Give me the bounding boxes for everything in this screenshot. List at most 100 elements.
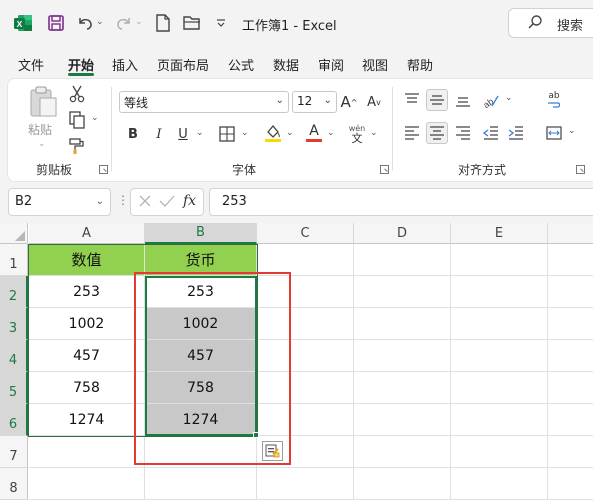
undo-icon[interactable] [74, 12, 96, 34]
cell-a1[interactable]: 数值 [29, 244, 145, 276]
wrap-text-button[interactable]: ab [543, 89, 565, 111]
align-right-icon[interactable] [452, 122, 474, 144]
cell-b8[interactable] [145, 468, 257, 500]
cell-c3[interactable] [257, 308, 354, 340]
copy-icon[interactable] [66, 109, 88, 131]
search-box[interactable]: 搜索 [508, 8, 593, 38]
cell-b4[interactable]: 457 [145, 340, 257, 372]
cell-a5[interactable]: 758 [29, 372, 145, 404]
phonetic-dropdown-icon[interactable]: ⌄ [370, 128, 378, 138]
cell-e2[interactable] [451, 276, 548, 308]
column-header-e[interactable]: E [451, 223, 548, 244]
font-color-button[interactable]: A [304, 122, 324, 144]
cell-b1[interactable]: 货币 [145, 244, 257, 276]
quick-analysis-button[interactable] [262, 441, 283, 461]
cell-e4[interactable] [451, 340, 548, 372]
underline-button[interactable]: U [174, 124, 192, 144]
tab-file[interactable]: 文件 [18, 55, 44, 74]
cell-a6[interactable]: 1274 [29, 404, 145, 436]
cell-d1[interactable] [354, 244, 451, 276]
font-name-combo[interactable]: 等线 ⌄ [119, 91, 289, 113]
alignment-launcher-icon[interactable] [576, 165, 585, 174]
cell-b5[interactable]: 758 [145, 372, 257, 404]
cell-d4[interactable] [354, 340, 451, 372]
open-folder-icon[interactable] [181, 12, 203, 34]
tab-data[interactable]: 数据 [273, 55, 299, 74]
fill-color-icon[interactable] [263, 122, 283, 144]
fill-color-dropdown-icon[interactable]: ⌄ [286, 128, 294, 138]
grow-font-button[interactable]: A ^ [339, 91, 359, 113]
cell-f4[interactable] [548, 340, 593, 372]
column-header-f[interactable] [548, 223, 593, 244]
phonetic-guide-button[interactable]: wén 文 [346, 121, 368, 147]
tab-formulas[interactable]: 公式 [228, 55, 254, 74]
decrease-indent-icon[interactable] [480, 122, 502, 144]
row-header-6[interactable]: 6 [0, 404, 28, 436]
row-header-7[interactable]: 7 [0, 436, 28, 468]
italic-button[interactable]: I [150, 124, 168, 144]
column-header-c[interactable]: C [257, 223, 354, 244]
worksheet-grid[interactable]: A B C D E 1 2 3 4 5 6 7 8 数值 货币 253 1002… [0, 223, 593, 500]
cell-d2[interactable] [354, 276, 451, 308]
align-left-icon[interactable] [401, 122, 423, 144]
borders-dropdown-icon[interactable]: ⌄ [241, 128, 249, 138]
orientation-dropdown-icon[interactable]: ⌄ [505, 93, 513, 103]
redo-icon[interactable] [113, 12, 135, 34]
cell-a3[interactable]: 1002 [29, 308, 145, 340]
select-all-corner[interactable] [0, 223, 28, 244]
cell-f1[interactable] [548, 244, 593, 276]
cell-b7[interactable] [145, 436, 257, 468]
copy-dropdown-icon[interactable]: ⌄ [91, 113, 99, 123]
row-header-2[interactable]: 2 [0, 276, 28, 308]
customize-toolbar-icon[interactable] [210, 12, 232, 34]
bold-button[interactable]: B [124, 124, 142, 144]
save-icon[interactable] [45, 12, 67, 34]
underline-dropdown-icon[interactable]: ⌄ [196, 128, 204, 138]
insert-function-icon[interactable]: fx [183, 193, 196, 209]
cell-c5[interactable] [257, 372, 354, 404]
merge-center-icon[interactable] [543, 122, 565, 144]
tab-review[interactable]: 审阅 [318, 55, 344, 74]
cell-f7[interactable] [548, 436, 593, 468]
paste-dropdown-icon[interactable]: ⌄ [38, 139, 46, 149]
cell-a2[interactable]: 253 [29, 276, 145, 308]
tab-view[interactable]: 视图 [362, 55, 388, 74]
font-color-dropdown-icon[interactable]: ⌄ [327, 128, 335, 138]
increase-indent-icon[interactable] [505, 122, 527, 144]
cell-d3[interactable] [354, 308, 451, 340]
cell-f2[interactable] [548, 276, 593, 308]
more-options-icon[interactable]: ⋮ [117, 193, 129, 207]
cell-e3[interactable] [451, 308, 548, 340]
borders-icon[interactable] [217, 124, 237, 144]
fill-handle[interactable] [253, 432, 259, 438]
paste-icon[interactable] [26, 85, 60, 119]
row-header-4[interactable]: 4 [0, 340, 28, 372]
format-painter-icon[interactable] [66, 135, 88, 157]
cell-b6[interactable]: 1274 [145, 404, 257, 436]
cell-a4[interactable]: 457 [29, 340, 145, 372]
align-middle-icon[interactable] [426, 89, 448, 111]
confirm-entry-icon[interactable] [159, 194, 175, 211]
cell-f5[interactable] [548, 372, 593, 404]
cell-e5[interactable] [451, 372, 548, 404]
tab-home[interactable]: 开始 [68, 55, 94, 74]
font-size-combo[interactable]: 12 ⌄ [292, 91, 337, 113]
new-file-icon[interactable] [152, 12, 174, 34]
redo-dropdown-icon[interactable]: ⌄ [135, 17, 143, 27]
align-top-icon[interactable] [401, 89, 423, 111]
cell-c4[interactable] [257, 340, 354, 372]
merge-dropdown-icon[interactable]: ⌄ [568, 126, 576, 136]
cell-b3[interactable]: 1002 [145, 308, 257, 340]
cell-e6[interactable] [451, 404, 548, 436]
cell-a8[interactable] [29, 468, 145, 500]
cell-b2[interactable]: 253 [145, 276, 257, 308]
orientation-icon[interactable]: ab [480, 89, 502, 111]
cell-e7[interactable] [451, 436, 548, 468]
cell-f8[interactable] [548, 468, 593, 500]
formula-input[interactable]: 253 [209, 188, 593, 216]
cell-f6[interactable] [548, 404, 593, 436]
cancel-entry-icon[interactable] [138, 194, 152, 211]
shrink-font-button[interactable]: Av [364, 91, 384, 113]
cut-icon[interactable] [66, 83, 88, 105]
paste-button-label[interactable]: 粘贴 [28, 121, 52, 138]
